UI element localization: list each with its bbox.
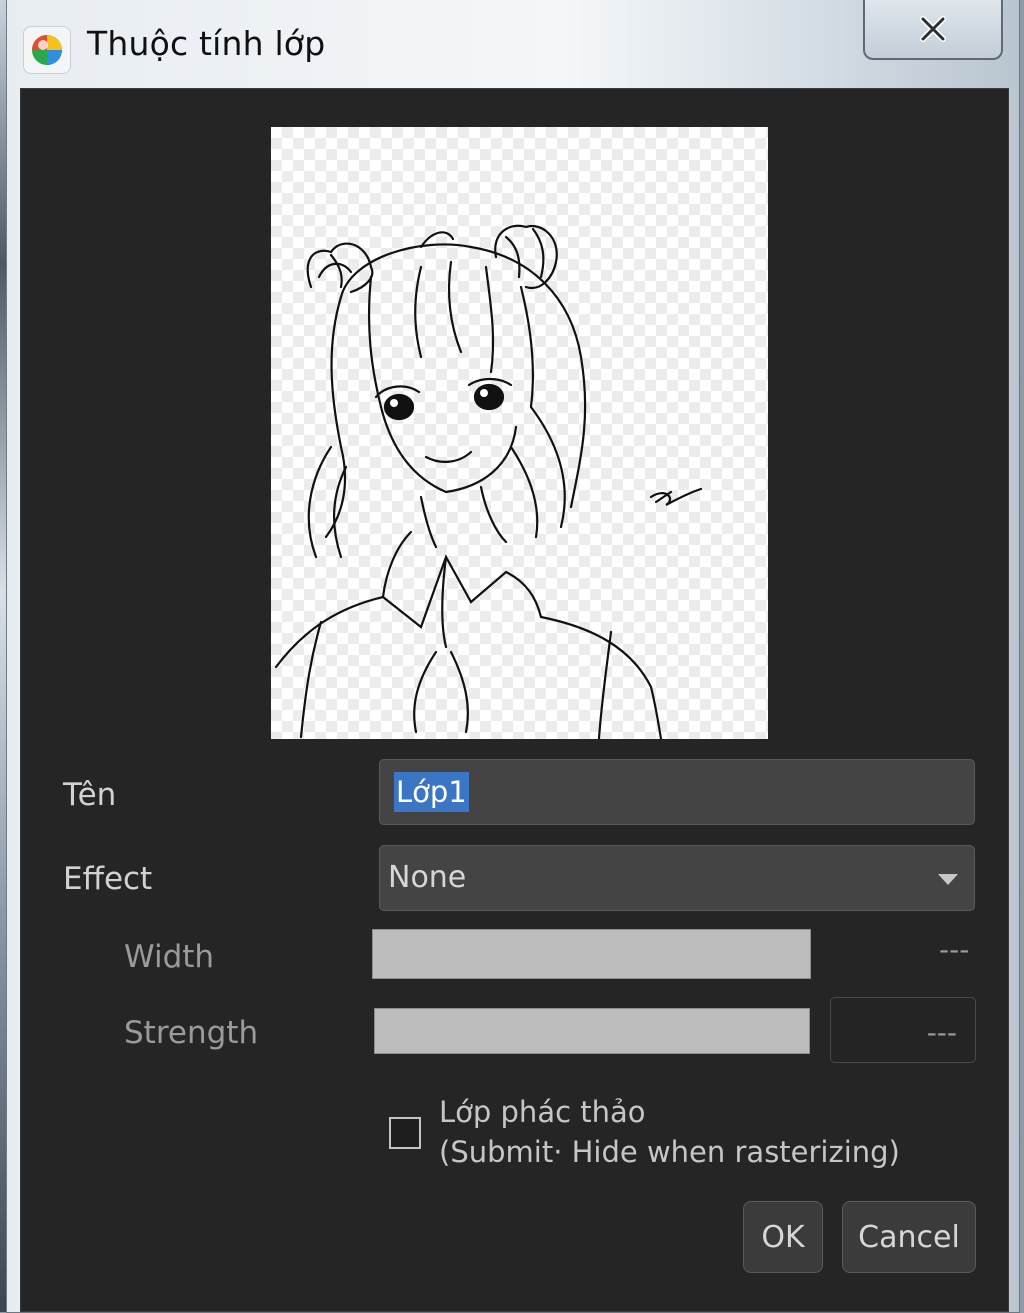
cancel-button[interactable]: Cancel <box>842 1201 976 1273</box>
layer-properties-dialog: Thuộc tính lớp Tên Lớp1 Effect None Widt… <box>6 0 1020 1313</box>
title-bar[interactable]: Thuộc tính lớp <box>7 0 1019 90</box>
strength-slider[interactable] <box>374 1008 810 1054</box>
layer-preview-thumbnail <box>271 127 768 739</box>
dialog-title: Thuộc tính lớp <box>87 24 326 63</box>
effect-selected-value: None <box>388 860 467 895</box>
name-label: Tên <box>63 777 117 813</box>
dialog-body: Tên Lớp1 Effect None Width --- Strength … <box>20 88 1009 1312</box>
strength-label: Strength <box>124 1015 259 1051</box>
effect-dropdown[interactable]: None <box>379 845 975 911</box>
layer-name-input[interactable]: Lớp1 <box>379 759 975 825</box>
width-slider[interactable] <box>372 929 811 979</box>
width-label: Width <box>124 939 215 975</box>
chevron-down-icon <box>938 874 958 885</box>
medibang-paint-icon <box>23 26 71 74</box>
close-button[interactable] <box>863 0 1003 60</box>
strength-value: --- <box>926 1016 957 1049</box>
layer-name-value: Lớp1 <box>394 772 469 812</box>
width-value: --- <box>939 933 970 966</box>
draft-layer-label: Lớp phác thảo <box>439 1095 646 1129</box>
draft-layer-checkbox[interactable] <box>389 1117 421 1149</box>
sketch-drawing <box>274 224 703 739</box>
effect-label: Effect <box>63 861 153 897</box>
close-icon <box>920 16 946 42</box>
ok-button[interactable]: OK <box>743 1201 823 1273</box>
strength-number-field[interactable]: --- <box>830 997 976 1063</box>
draft-layer-sublabel: (Submit· Hide when rasterizing) <box>439 1135 900 1169</box>
